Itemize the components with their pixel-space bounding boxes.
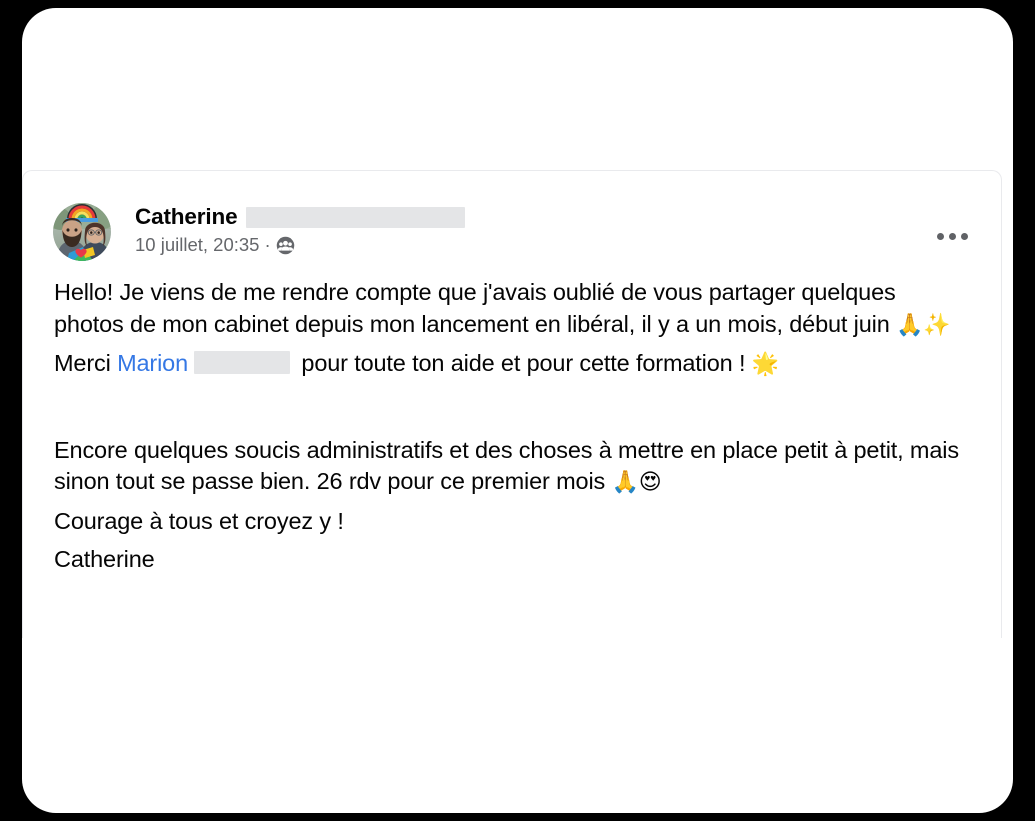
avatar-photo-icon (53, 203, 111, 261)
post-meta-row: 10 juillet, 20:35 · (135, 234, 295, 256)
author-name[interactable]: Catherine (135, 204, 238, 230)
page-frame: Catherine 10 juillet, 20:35 · Hello! Je … (22, 8, 1013, 813)
post-options-button[interactable] (931, 215, 973, 257)
post-paragraph-4: Courage à tous et croyez y ! (54, 507, 344, 534)
ellipsis-dot (936, 232, 944, 240)
post-paragraph-2: Merci Marion pour toute ton aide et pour… (54, 348, 971, 381)
post-timestamp[interactable]: 10 juillet, 20:35 (135, 234, 259, 256)
meta-separator: · (264, 234, 271, 255)
paragraph-3-emoji: 🙏😍 (611, 470, 662, 495)
paragraph-3-text: Encore quelques soucis administratifs et… (54, 436, 959, 495)
group-audience-icon[interactable] (276, 236, 295, 255)
author-surname-redaction (246, 206, 466, 228)
paragraph-2-prefix: Merci (54, 350, 118, 376)
ellipsis-dot (948, 232, 956, 240)
author-name-row: Catherine (135, 204, 466, 230)
paragraph-1-text: Hello! Je viens de me rendre compte que … (54, 279, 897, 337)
ellipsis-dot (960, 232, 968, 240)
mention-surname-redaction (194, 351, 291, 374)
paragraph-1-emoji: 🙏✨ (896, 312, 951, 338)
group-audience-glyph (276, 236, 294, 254)
post-header: Catherine 10 juillet, 20:35 · (23, 171, 1001, 267)
post-paragraph-3: Encore quelques soucis administratifs et… (54, 435, 971, 499)
facebook-post-card: Catherine 10 juillet, 20:35 · Hello! Je … (22, 170, 1002, 638)
post-body: Hello! Je viens de me rendre compte que … (54, 277, 971, 576)
mention-link-marion[interactable]: Marion (117, 350, 188, 376)
post-paragraph-5: Catherine (54, 546, 155, 572)
post-paragraph-1: Hello! Je viens de me rendre compte que … (54, 277, 971, 341)
avatar[interactable] (53, 203, 111, 261)
paragraph-2-suffix: pour toute ton aide et pour cette format… (295, 350, 752, 376)
paragraph-2-emoji: 🌟 (751, 352, 779, 377)
